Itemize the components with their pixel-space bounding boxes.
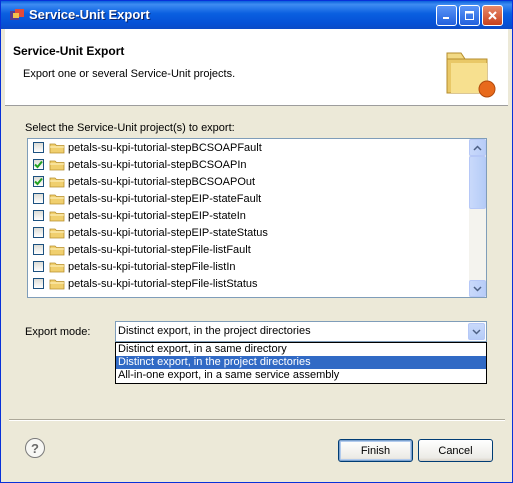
checkmark-icon bbox=[34, 177, 43, 186]
scroll-up-button[interactable] bbox=[469, 139, 486, 156]
finish-button[interactable]: Finish bbox=[338, 439, 413, 462]
project-name: petals-su-kpi-tutorial-stepBCSOAPFault bbox=[68, 141, 262, 154]
export-mode-option[interactable]: All-in-one export, in a same service ass… bbox=[116, 369, 486, 382]
chevron-up-icon bbox=[473, 144, 482, 151]
export-mode-options: Distinct export, in a same directory Dis… bbox=[115, 342, 487, 384]
project-list-item[interactable]: petals-su-kpi-tutorial-stepFile-listFaul… bbox=[28, 241, 468, 258]
project-list-item[interactable]: petals-su-kpi-tutorial-stepBCSOAPIn bbox=[28, 156, 468, 173]
export-folder-banner-icon bbox=[446, 52, 496, 98]
export-mode-option[interactable]: Distinct export, in the project director… bbox=[116, 356, 486, 369]
window-title: Service-Unit Export bbox=[29, 7, 150, 22]
checkmark-icon bbox=[34, 160, 43, 169]
project-folder-icon bbox=[49, 211, 65, 221]
project-folder-icon bbox=[49, 194, 65, 204]
project-folder-icon bbox=[49, 160, 65, 170]
project-name: petals-su-kpi-tutorial-stepEIP-stateIn bbox=[68, 209, 246, 222]
chevron-down-icon bbox=[472, 328, 481, 335]
project-list-item[interactable]: petals-su-kpi-tutorial-stepEIP-stateIn bbox=[28, 207, 468, 224]
project-list-item[interactable]: petals-su-kpi-tutorial-stepFile-listStat… bbox=[28, 275, 468, 292]
minimize-button[interactable] bbox=[436, 5, 457, 26]
project-folder-icon bbox=[49, 143, 65, 153]
export-dialog: Service-Unit Export Service-Unit Export … bbox=[0, 0, 513, 483]
header-title: Service-Unit Export bbox=[13, 44, 125, 58]
help-button[interactable]: ? bbox=[25, 438, 45, 458]
projects-list[interactable]: petals-su-kpi-tutorial-stepBCSOAPFault pe… bbox=[27, 138, 487, 298]
project-name: petals-su-kpi-tutorial-stepFile-listIn bbox=[68, 260, 236, 273]
project-checkbox[interactable] bbox=[33, 227, 44, 238]
project-list-item[interactable]: petals-su-kpi-tutorial-stepBCSOAPFault bbox=[28, 139, 468, 156]
project-folder-icon bbox=[49, 177, 65, 187]
maximize-button[interactable] bbox=[459, 5, 480, 26]
header-description: Export one or several Service-Unit proje… bbox=[23, 68, 236, 80]
scroll-thumb[interactable] bbox=[469, 156, 486, 209]
project-name: petals-su-kpi-tutorial-stepEIP-stateFaul… bbox=[68, 192, 262, 205]
project-folder-icon bbox=[49, 245, 65, 255]
maximize-icon bbox=[465, 11, 474, 20]
project-folder-icon bbox=[49, 279, 65, 289]
project-checkbox[interactable] bbox=[33, 193, 44, 204]
close-button[interactable] bbox=[482, 5, 503, 26]
minimize-icon bbox=[443, 17, 449, 19]
project-list-item[interactable]: petals-su-kpi-tutorial-stepFile-listIn bbox=[28, 258, 468, 275]
help-icon: ? bbox=[31, 440, 39, 456]
project-name: petals-su-kpi-tutorial-stepBCSOAPIn bbox=[68, 158, 247, 171]
export-mode-label: Export mode: bbox=[25, 326, 91, 338]
export-mode-option[interactable]: Distinct export, in a same directory bbox=[116, 343, 486, 356]
project-checkbox[interactable] bbox=[33, 210, 44, 221]
eclipse-app-icon bbox=[10, 9, 24, 20]
projects-label: Select the Service-Unit project(s) to ex… bbox=[25, 122, 235, 134]
project-list-item[interactable]: petals-su-kpi-tutorial-stepEIP-stateFaul… bbox=[28, 190, 468, 207]
close-icon bbox=[488, 11, 497, 20]
project-checkbox[interactable] bbox=[33, 159, 44, 170]
scroll-down-button[interactable] bbox=[469, 280, 486, 297]
project-checkbox[interactable] bbox=[33, 176, 44, 187]
project-checkbox[interactable] bbox=[33, 278, 44, 289]
projects-scrollbar[interactable] bbox=[469, 139, 486, 297]
project-checkbox[interactable] bbox=[33, 261, 44, 272]
project-folder-icon bbox=[49, 262, 65, 272]
project-checkbox[interactable] bbox=[33, 142, 44, 153]
project-folder-icon bbox=[49, 228, 65, 238]
title-bar[interactable]: Service-Unit Export bbox=[1, 1, 512, 29]
project-name: petals-su-kpi-tutorial-stepBCSOAPOut bbox=[68, 175, 256, 188]
project-name: petals-su-kpi-tutorial-stepFile-listStat… bbox=[68, 277, 258, 290]
project-name: petals-su-kpi-tutorial-stepEIP-stateStat… bbox=[68, 226, 268, 239]
dialog-header: Service-Unit Export Export one or severa… bbox=[5, 29, 508, 106]
export-mode-value: Distinct export, in the project director… bbox=[118, 325, 311, 337]
chevron-down-icon bbox=[473, 285, 482, 292]
project-list-item[interactable]: petals-su-kpi-tutorial-stepBCSOAPOut bbox=[28, 173, 468, 190]
project-checkbox[interactable] bbox=[33, 244, 44, 255]
export-mode-dropdown-button[interactable] bbox=[468, 323, 485, 340]
footer-divider bbox=[9, 419, 505, 421]
export-mode-select[interactable]: Distinct export, in the project director… bbox=[115, 321, 487, 342]
project-name: petals-su-kpi-tutorial-stepFile-listFaul… bbox=[68, 243, 251, 256]
cancel-button[interactable]: Cancel bbox=[418, 439, 493, 462]
project-list-item[interactable]: petals-su-kpi-tutorial-stepEIP-stateStat… bbox=[28, 224, 468, 241]
